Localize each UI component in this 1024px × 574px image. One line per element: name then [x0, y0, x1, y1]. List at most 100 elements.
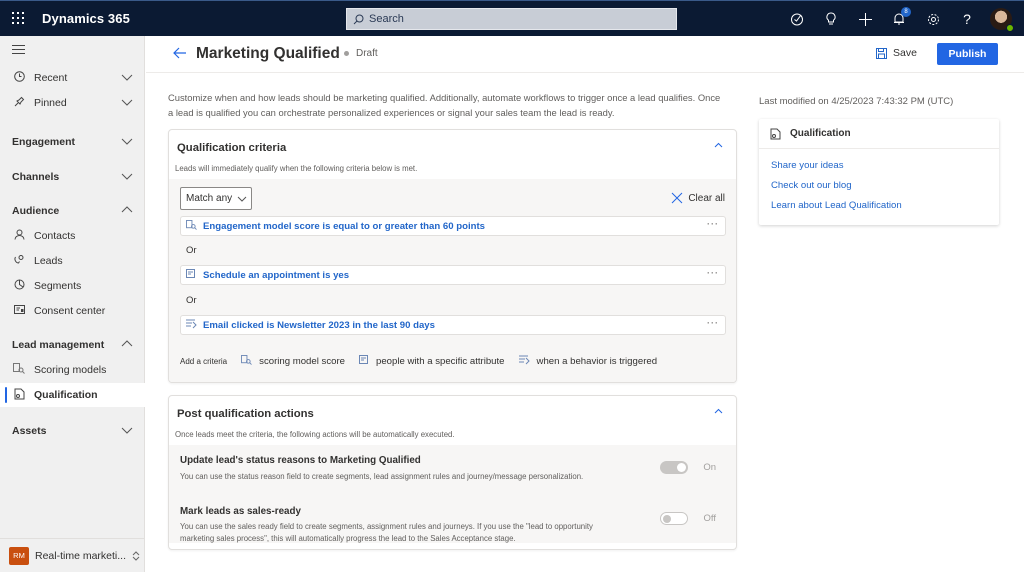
chevron-down-icon[interactable]: [121, 72, 133, 82]
sidebar-item-segments[interactable]: Segments: [0, 274, 145, 298]
qualification-icon: [770, 128, 781, 139]
chevron-down-icon[interactable]: [121, 136, 133, 146]
plus-icon[interactable]: [848, 1, 882, 37]
learn-link[interactable]: Learn about Lead Qualification: [771, 196, 999, 216]
add-behavior-option[interactable]: when a behavior is triggered: [518, 355, 658, 367]
chevron-down-icon: [237, 196, 247, 202]
help-icon[interactable]: ?: [950, 1, 984, 37]
page-title: Marketing Qualified: [196, 45, 340, 62]
action-description: You can use the sales ready field to cre…: [180, 522, 593, 543]
chevron-up-icon[interactable]: [714, 408, 723, 414]
sidebar-item-recent[interactable]: Recent: [0, 66, 145, 90]
clear-all-label: Clear all: [688, 192, 725, 204]
search-icon: [353, 14, 364, 24]
gear-icon[interactable]: [916, 1, 950, 37]
sidebar-item-label: Pinned: [34, 97, 67, 109]
status-dot: [344, 51, 349, 56]
hamburger-icon[interactable]: [12, 45, 25, 57]
criteria-text: Schedule an appointment is yes: [203, 269, 350, 281]
segments-icon: [12, 279, 26, 293]
sidebar-item-qualification[interactable]: Qualification: [0, 383, 145, 407]
scoring-icon: [186, 220, 198, 232]
add-criteria-label: Add a criteria: [180, 356, 228, 366]
clock-icon: [12, 71, 26, 85]
more-options-icon[interactable]: ···: [707, 268, 719, 278]
avatar[interactable]: [990, 8, 1014, 32]
group-label: Assets: [12, 425, 47, 437]
area-switcher[interactable]: RM Real-time marketi...: [0, 538, 145, 572]
bell-icon[interactable]: 8: [882, 1, 916, 37]
sidebar-item-label: Scoring models: [34, 364, 107, 376]
chevron-updown-icon: [132, 550, 140, 561]
help-card: Qualification Share your ideas Check out…: [759, 119, 999, 225]
sales-ready-toggle[interactable]: [660, 512, 688, 525]
action-title: Mark leads as sales-ready: [180, 506, 301, 517]
chevron-down-icon[interactable]: [121, 97, 133, 107]
criteria-item[interactable]: Engagement model score is equal to or gr…: [180, 216, 726, 236]
criteria-text: Engagement model score is equal to or gr…: [203, 220, 486, 232]
add-scoring-model-option[interactable]: scoring model score: [241, 355, 345, 367]
app-title[interactable]: Dynamics 365: [42, 11, 130, 26]
post-qualification-card: Post qualification actions Once leads me…: [168, 395, 737, 550]
chevron-down-icon[interactable]: [121, 425, 133, 435]
action-title: Update lead's status reasons to Marketin…: [180, 455, 421, 466]
chevron-down-icon[interactable]: [121, 171, 133, 181]
area-label: Real-time marketi...: [35, 549, 127, 562]
group-label: Audience: [12, 205, 60, 217]
status-reason-toggle[interactable]: [660, 461, 688, 474]
copilot-icon[interactable]: [780, 1, 814, 37]
option-label: when a behavior is triggered: [536, 355, 658, 367]
sidebar-item-scoring-models[interactable]: Scoring models: [0, 358, 145, 382]
pin-icon: [12, 96, 26, 110]
criteria-item[interactable]: Email clicked is Newsletter 2023 in the …: [180, 315, 726, 335]
more-options-icon[interactable]: ···: [707, 318, 719, 328]
sidebar-item-contacts[interactable]: Contacts: [0, 224, 145, 248]
sidebar-group-lead-management[interactable]: Lead management: [0, 333, 145, 357]
scoring-icon: [241, 355, 252, 367]
section-subtitle: Leads will immediately qualify when the …: [175, 164, 418, 173]
more-options-icon[interactable]: ···: [707, 219, 719, 229]
section-subtitle: Once leads meet the criteria, the follow…: [175, 430, 455, 439]
sidebar-group-engagement[interactable]: Engagement: [0, 130, 145, 154]
lightbulb-icon[interactable]: [814, 1, 848, 37]
save-button[interactable]: Save: [876, 47, 917, 59]
close-icon: [671, 192, 683, 204]
waffle-icon[interactable]: [12, 12, 26, 26]
criteria-item[interactable]: Schedule an appointment is yes ···: [180, 265, 726, 285]
page-description: Customize when and how leads should be m…: [168, 92, 721, 118]
scoring-icon: [12, 363, 26, 377]
sidebar-item-leads[interactable]: Leads: [0, 249, 145, 273]
qualification-criteria-card: Qualification criteria Leads will immedi…: [168, 129, 737, 383]
clear-all-button[interactable]: Clear all: [671, 192, 725, 204]
help-card-title: Qualification: [790, 128, 851, 139]
publish-button[interactable]: Publish: [937, 43, 998, 65]
action-item: Mark leads as sales-ready You can use th…: [180, 506, 720, 545]
criteria-body: Match any Clear all Engagement model sco…: [169, 179, 736, 382]
actions-body: Update lead's status reasons to Marketin…: [169, 445, 736, 543]
status-text: Draft: [356, 48, 378, 59]
sidebar-group-channels[interactable]: Channels: [0, 165, 145, 189]
sidebar-group-audience[interactable]: Audience: [0, 199, 145, 223]
option-label: people with a specific attribute: [376, 355, 505, 367]
sidebar-group-assets[interactable]: Assets: [0, 419, 145, 443]
sidebar-item-pinned[interactable]: Pinned: [0, 91, 145, 115]
save-icon: [876, 47, 887, 59]
chevron-up-icon[interactable]: [121, 205, 133, 215]
group-label: Engagement: [12, 136, 76, 148]
leads-icon: [12, 254, 26, 268]
chevron-up-icon[interactable]: [714, 142, 723, 148]
share-ideas-link[interactable]: Share your ideas: [771, 156, 999, 176]
attribute-icon: [359, 355, 369, 367]
attribute-icon: [186, 269, 198, 281]
section-title: Post qualification actions: [177, 408, 314, 420]
chevron-up-icon[interactable]: [121, 339, 133, 349]
status-badge: Draft: [344, 48, 378, 59]
or-label: Or: [186, 295, 197, 306]
top-bar: Dynamics 365 Search 8 ?: [0, 0, 1024, 36]
search-input[interactable]: Search: [346, 8, 677, 30]
blog-link[interactable]: Check out our blog: [771, 176, 999, 196]
sidebar-item-consent-center[interactable]: Consent center: [0, 299, 145, 323]
add-attribute-option[interactable]: people with a specific attribute: [359, 355, 505, 367]
match-dropdown[interactable]: Match any: [180, 187, 252, 210]
back-arrow-icon[interactable]: [173, 46, 187, 63]
